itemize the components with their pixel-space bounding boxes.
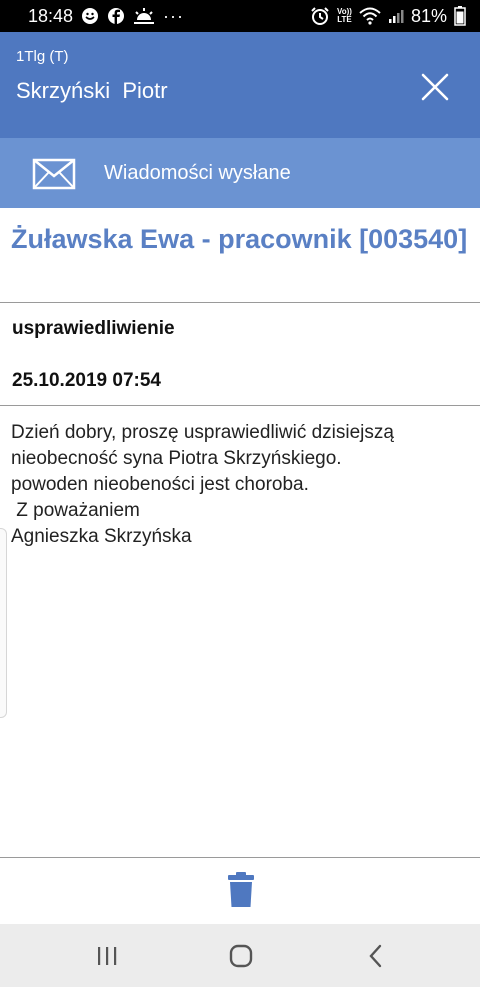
trash-icon[interactable] [227, 872, 255, 908]
message-body-line: Dzień dobry, proszę usprawiedliwić dzisi… [11, 422, 394, 443]
messenger-icon [81, 7, 99, 25]
app-header: 1Tlg (T) Skrzyński Piotr [0, 32, 480, 138]
message-body-line: Agnieszka Skrzyńska [11, 526, 192, 547]
edge-panel-handle[interactable] [0, 528, 7, 718]
back-icon[interactable] [362, 942, 390, 970]
folder-label: Wiadomości wysłane [104, 162, 291, 184]
message-sender: Żuławska Ewa - pracownik [003540] [11, 224, 468, 254]
alarm-icon [310, 6, 330, 26]
weather-icon [133, 7, 155, 25]
recents-icon[interactable] [93, 942, 121, 970]
navigation-bar [0, 924, 480, 987]
bottom-toolbar [0, 858, 480, 924]
battery-icon [454, 6, 466, 26]
status-time: 18:48 [28, 5, 74, 26]
divider [0, 405, 480, 406]
folder-bar[interactable]: Wiadomości wysłane [0, 138, 480, 208]
message-body: Dzień dobry, proszę usprawiedliwić dzisi… [11, 420, 471, 550]
status-bar: 18:48 ··· Vo)) LTE 81% [0, 0, 480, 32]
facebook-icon [107, 7, 125, 25]
message-body-line: nieobecność syna Piotra Skrzyńskiego. [11, 448, 342, 469]
message-body-line: Z poważaniem [11, 500, 140, 521]
close-icon[interactable] [420, 72, 450, 102]
student-name: Skrzyński Piotr [16, 78, 168, 103]
message-body-line: powoden nieobeności jest choroba. [11, 474, 309, 495]
more-dots-icon: ··· [163, 5, 185, 26]
divider [0, 302, 480, 303]
volte-icon: Vo)) LTE [337, 7, 352, 24]
message-subject: usprawiedliwienie [12, 318, 175, 339]
class-label: 1Tlg (T) [16, 48, 69, 65]
envelope-icon [32, 158, 76, 190]
message-datetime: 25.10.2019 07:54 [12, 370, 161, 391]
home-icon[interactable] [227, 942, 255, 970]
signal-icon [388, 8, 404, 24]
wifi-icon [359, 7, 381, 25]
battery-percent: 81% [410, 5, 447, 26]
